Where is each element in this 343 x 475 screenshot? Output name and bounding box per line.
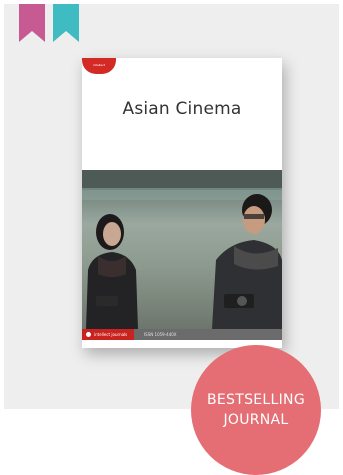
badge-line-2: JOURNAL: [223, 412, 289, 428]
cover-title: Asian Cinema: [122, 99, 242, 119]
badge-line-1: BESTSELLING: [207, 392, 305, 408]
logo-icon: [86, 332, 91, 337]
publisher-logo: intellect: [82, 58, 116, 74]
bestselling-badge: BESTSELLING JOURNAL: [191, 345, 321, 475]
cover-footer: intellect journals ISSN 1059-440X: [82, 329, 282, 340]
bookmark-icon[interactable]: [19, 4, 45, 42]
bookmark-icon[interactable]: [53, 4, 79, 42]
issn-label: ISSN 1059-440X: [144, 332, 177, 337]
journal-cover[interactable]: intellect Asian Cinema intellect journal…: [82, 58, 282, 348]
brand-label: intellect journals: [94, 332, 128, 337]
cover-photo: [82, 170, 282, 329]
publisher-brand: intellect journals: [82, 329, 134, 340]
